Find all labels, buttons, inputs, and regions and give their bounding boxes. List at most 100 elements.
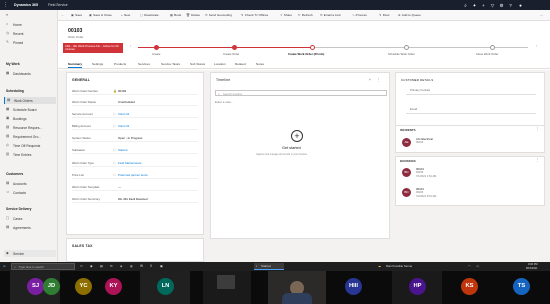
stage-1-label[interactable]: Create — [152, 52, 160, 56]
sidebar-item-home[interactable]: ⌂ Home — [4, 21, 56, 28]
store-icon[interactable]: ▣ — [160, 264, 163, 268]
windows-start-icon[interactable]: ⊞ — [3, 264, 6, 268]
sidebar-item-pinned[interactable]: ✎ Pinned — [4, 39, 56, 46]
sidebar-item-bookings[interactable]: ▣ Bookings — [4, 115, 56, 122]
email-link-button[interactable]: ✉Email a Link — [320, 13, 341, 17]
refresh-button[interactable]: ↻Refresh — [298, 13, 313, 17]
app-launcher-icon[interactable]: ⋮ — [3, 2, 8, 8]
timeline-add-icon[interactable]: + — [369, 78, 371, 82]
field-work-order-status[interactable]: Work Order Status Unscheduled — [72, 98, 198, 106]
sidebar-item-cases[interactable]: ▢ Cases — [4, 215, 56, 222]
tab-service-tasks[interactable]: Service Tasks — [161, 62, 180, 66]
bpf-next-icon[interactable]: › — [536, 44, 537, 48]
timeline-search-input[interactable]: ⌕ Search timeline — [215, 90, 387, 96]
sidebar-item-schedule-board[interactable]: ▦ Schedule Board — [4, 106, 56, 113]
tab-settings[interactable]: Settings — [92, 62, 103, 66]
back-button[interactable]: ← — [61, 13, 65, 17]
add-to-queue-button[interactable]: ⊕Add to Queue — [398, 13, 421, 17]
flow-button[interactable]: ↯Flow — [379, 13, 389, 17]
field-work-order-type[interactable]: Work Order Type ⚇ Field Maintenance — [72, 159, 198, 167]
get-started-add-icon[interactable]: + — [291, 130, 303, 142]
timeline-more-icon[interactable]: ⋮ — [377, 78, 380, 82]
clock-date[interactable]: 8/16/2021 — [526, 267, 538, 270]
stage-2-label[interactable]: Create Order — [223, 52, 239, 56]
tab-summary[interactable]: Summary — [68, 62, 83, 69]
field-price-list[interactable]: Price List ⚇ Preferred partner items — [72, 171, 198, 179]
tab-services[interactable]: Services — [138, 62, 150, 66]
excel-icon[interactable]: X — [150, 264, 152, 268]
tab-notes[interactable]: Notes — [256, 62, 264, 66]
clock-time[interactable]: 9:00 PM — [528, 263, 538, 266]
sidebar-item-recent[interactable]: ◷ Recent — [4, 30, 56, 37]
sidebar-item-time-off[interactable]: ◴ Time Off Requests — [4, 142, 56, 149]
timeline-note-input[interactable]: Enter a note... — [215, 100, 233, 104]
stage-4-label[interactable]: Schedule Work Order — [388, 52, 415, 56]
bookings-more-icon[interactable]: ⋮ — [536, 158, 539, 162]
save-close-button[interactable]: ▣Save & Close — [89, 13, 112, 17]
sidebar-item-requirement-groups[interactable]: ▧ Requirement Gro... — [4, 133, 56, 140]
tab-location[interactable]: Location — [214, 62, 226, 66]
stage-4-dot[interactable] — [404, 44, 409, 50]
explorer-icon[interactable]: ▤ — [100, 264, 103, 268]
stage-3-label[interactable]: Create Work Order (30 min) — [288, 52, 324, 56]
list-item[interactable]: BD 00103 00106 7/1/2021 1:51 AM — [402, 165, 550, 181]
participant-tile[interactable] — [203, 271, 251, 304]
field-work-order-summary[interactable]: Work Order Summary Wo 461 Fault Detected — [72, 195, 198, 203]
participant-video[interactable] — [268, 271, 326, 304]
process-flow-banner[interactable]: CR1 - Wo Work Process Flo... Active for … — [63, 43, 123, 53]
task-view-icon[interactable]: ▭ — [80, 264, 83, 268]
filter-icon[interactable]: ▽ — [490, 3, 495, 8]
help-icon[interactable]: ? — [508, 3, 513, 8]
sidebar-item-work-orders[interactable]: ▤ Work Orders — [4, 97, 56, 104]
field-billing-account[interactable]: Billing Account ⚇ Client 01 — [72, 122, 198, 130]
tab-related[interactable]: Related — [235, 62, 246, 66]
field-service-account[interactable]: Service Account ⚇ Client 01 — [72, 110, 198, 118]
list-item[interactable]: AE A/C Electrical 00106 — [402, 135, 550, 151]
sidebar-menu-toggle[interactable]: ≡ — [4, 12, 56, 19]
tab-products[interactable]: Products — [114, 62, 126, 66]
mail-icon[interactable]: ✉ — [110, 264, 113, 268]
process-button[interactable]: ⤳Process — [352, 13, 367, 17]
bpf-prev-icon[interactable]: ‹ — [130, 44, 131, 48]
field-email[interactable]: Email — [406, 105, 536, 114]
sidebar-item-agreements[interactable]: ▤ Agreements — [4, 224, 56, 231]
deactivate-button[interactable]: ▢Deactivate — [140, 13, 159, 17]
chrome-icon[interactable]: ◍ — [130, 264, 133, 268]
word-icon[interactable]: W — [140, 264, 143, 268]
participant-tile[interactable]: HP — [392, 271, 442, 304]
area-switcher[interactable]: ◆ Service — [4, 250, 56, 257]
sidebar-item-contacts[interactable]: ☺ Contacts — [4, 189, 56, 196]
add-icon[interactable]: + — [481, 3, 486, 8]
network-icon[interactable]: ◠ — [468, 264, 471, 268]
taskbar-search-input[interactable]: ⌕ Type here to search — [11, 263, 75, 270]
stage-3-dot[interactable] — [310, 44, 315, 50]
field-primary-contact[interactable]: Primary Contact — [406, 86, 536, 95]
tab-sub-status[interactable]: Sub Status — [190, 62, 205, 66]
participant-tile[interactable]: LN — [140, 271, 190, 304]
field-system-status[interactable]: System Status Open - In Progress — [72, 134, 198, 142]
volume-icon[interactable]: ◁ — [476, 264, 478, 268]
sidebar-item-dashboards[interactable]: ▦ Dashboards — [4, 70, 56, 77]
sidebar-item-resource-requests[interactable]: ▨ Resource Reques... — [4, 124, 56, 131]
user-avatar[interactable]: ● — [518, 3, 523, 8]
edge-icon[interactable]: ◉ — [90, 264, 93, 268]
teams-icon[interactable]: ◈ — [120, 264, 122, 268]
send-geocoding-button[interactable]: ✉Send Geocoding — [205, 13, 232, 17]
stage-5-label[interactable]: Close Work Order — [476, 52, 498, 56]
stage-2-dot[interactable] — [232, 44, 237, 50]
active-window-tab[interactable]: ▪ Started — [254, 263, 284, 270]
lightbulb-icon[interactable]: ✦ — [472, 3, 477, 8]
more-commands-button[interactable]: ⋯ — [540, 13, 544, 17]
settings-icon[interactable]: ⚙ — [499, 3, 504, 8]
check-offices-button[interactable]: ↯Check Tz Offices — [241, 13, 268, 17]
book-button[interactable]: ▦Book — [170, 13, 181, 17]
new-button[interactable]: +New — [121, 13, 130, 17]
share-button[interactable]: ⇪Share — [280, 13, 292, 17]
weather-text[interactable]: Rain Possible Stoma — [386, 264, 412, 268]
search-icon[interactable]: ⌕ — [463, 3, 468, 8]
list-item[interactable]: BD 00103 00106 7/2/2021 9:51 AM — [402, 185, 550, 201]
field-work-order-number[interactable]: Work Order Number 🔒 00103 — [72, 87, 198, 95]
incidents-more-icon[interactable]: ⋮ — [536, 127, 539, 131]
participant-tile[interactable]: HIII — [326, 271, 380, 304]
delete-button[interactable]: 🗑Delete — [186, 13, 200, 17]
